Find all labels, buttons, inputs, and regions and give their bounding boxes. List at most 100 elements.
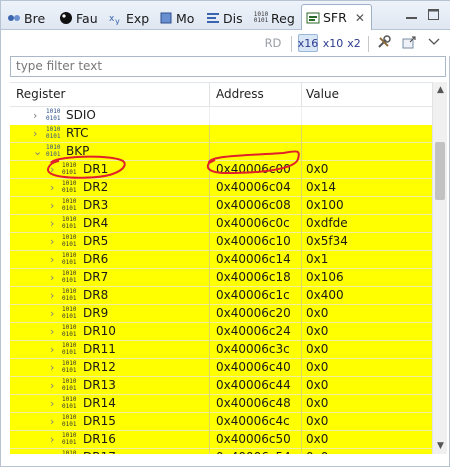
chevron-right-icon[interactable]: › (50, 197, 60, 215)
fault-icon (59, 11, 73, 25)
column-divider (301, 233, 302, 251)
register-value[interactable]: 0x0 (306, 324, 328, 338)
chevron-right-icon[interactable]: › (50, 269, 60, 287)
chevron-right-icon[interactable]: › (50, 359, 60, 377)
minimize-icon[interactable] (405, 8, 418, 21)
register-row[interactable]: › 1010 0101 DR2 0x40006c04 0x14 (10, 179, 432, 197)
register-row[interactable]: › 1010 0101 DR12 0x40006c40 0x0 (10, 359, 432, 377)
register-value[interactable]: 0x0 (306, 162, 328, 176)
chevron-right-icon[interactable]: › (33, 107, 43, 125)
chevron-right-icon[interactable]: › (50, 161, 60, 179)
read-button[interactable]: RD (263, 34, 283, 52)
column-divider (301, 341, 302, 359)
chevron-down-icon[interactable]: ⌄ (33, 143, 43, 161)
tab-fault[interactable]: Fau (59, 7, 98, 29)
register-row[interactable]: › 1010 0101 DR7 0x40006c18 0x106 (10, 269, 432, 287)
scroll-down-icon[interactable]: ▼ (433, 438, 448, 454)
chevron-right-icon[interactable]: › (50, 233, 60, 251)
register-value[interactable]: 0x400 (306, 288, 344, 302)
register-row[interactable]: › 1010 0101 DR3 0x40006c08 0x100 (10, 197, 432, 215)
register-value[interactable]: 0x0 (306, 342, 328, 356)
register-value[interactable]: 0x0 (306, 414, 328, 428)
register-name: DR2 (83, 180, 109, 194)
register-value[interactable]: 0x0 (306, 450, 328, 454)
register-row[interactable]: › 1010 0101 DR11 0x40006c3c 0x0 (10, 341, 432, 359)
register-icon: 10100101 (62, 216, 77, 230)
chevron-right-icon[interactable]: › (50, 413, 60, 431)
tab-breakpoints[interactable]: Bre (7, 7, 45, 29)
peripheral-icon: 1010 0101 (46, 126, 61, 140)
register-row[interactable]: › 1010 0101 DR16 0x40006c50 0x0 (10, 431, 432, 449)
register-row[interactable]: › 1010 0101 DR8 0x40006c1c 0x400 (10, 287, 432, 305)
register-name: DR8 (83, 288, 109, 302)
column-register[interactable]: Register (16, 87, 65, 101)
peripheral-row[interactable]: › 1010 0101 SDIO (10, 107, 432, 125)
register-address: 0x40006c1c (216, 288, 290, 302)
scroll-up-icon[interactable]: ▲ (433, 82, 448, 98)
decimal-format-button[interactable]: x10 (323, 34, 344, 52)
register-value[interactable]: 0x100 (306, 198, 344, 212)
register-value[interactable]: 0x0 (306, 432, 328, 446)
register-row[interactable]: › 1010 0101 DR10 0x40006c24 0x0 (10, 323, 432, 341)
register-value[interactable]: 0x0 (306, 378, 328, 392)
register-value[interactable]: 0x0 (306, 396, 328, 410)
hex-format-button[interactable]: x16 (298, 34, 318, 52)
sfr-view: Bre Fau xy Exp Mo Dis 1010 0101 Reg SFR … (0, 0, 450, 467)
register-name: DR14 (83, 396, 116, 410)
chevron-right-icon[interactable]: › (50, 323, 60, 341)
register-value[interactable]: 0x14 (306, 180, 336, 194)
tab-registers[interactable]: 1010 0101 Reg (254, 7, 295, 29)
chevron-right-icon[interactable]: › (50, 251, 60, 269)
column-address[interactable]: Address (216, 87, 264, 101)
peripheral-row[interactable]: › 1010 0101 RTC (10, 125, 432, 143)
register-row[interactable]: › 1010 0101 DR14 0x40006c48 0x0 (10, 395, 432, 413)
register-row[interactable]: › 1010 0101 DR15 0x40006c4c 0x0 (10, 413, 432, 431)
register-row[interactable]: › 1010 0101 DR1 0x40006c00 0x0 (10, 161, 432, 179)
register-icon: 10100101 (62, 396, 77, 410)
binary-format-button[interactable]: x2 (346, 34, 362, 52)
register-value[interactable]: 0x0 (306, 360, 328, 374)
vertical-scrollbar[interactable]: ▲ ▼ (432, 82, 447, 454)
column-divider (301, 377, 302, 395)
register-row[interactable]: › 1010 0101 DR5 0x40006c10 0x5f34 (10, 233, 432, 251)
configure-button[interactable] (375, 34, 393, 52)
register-row[interactable]: › 1010 0101 DR4 0x40006c0c 0xdfde (10, 215, 432, 233)
register-value[interactable]: 0x106 (306, 270, 344, 284)
chevron-right-icon[interactable]: › (33, 125, 43, 143)
tab-expressions[interactable]: xy Exp (109, 7, 149, 29)
scroll-thumb[interactable] (435, 142, 445, 200)
tab-sfr[interactable]: SFR ✕ (301, 4, 372, 30)
maximize-icon[interactable] (427, 8, 440, 21)
register-name: DR5 (83, 234, 109, 248)
column-divider (209, 83, 210, 107)
chevron-right-icon[interactable]: › (50, 449, 60, 454)
register-row[interactable]: › 1010 0101 DR6 0x40006c14 0x1 (10, 251, 432, 269)
peripheral-row[interactable]: ⌄ 1010 0101 BKP (10, 143, 432, 161)
column-value[interactable]: Value (306, 87, 339, 101)
chevron-right-icon[interactable]: › (50, 341, 60, 359)
register-row[interactable]: ›10100101 DR17 0x40006c54 0x0 (10, 449, 432, 454)
register-row[interactable]: › 1010 0101 DR9 0x40006c20 0x0 (10, 305, 432, 323)
tab-modules[interactable]: Mo (159, 7, 194, 29)
pin-view-button[interactable] (400, 34, 418, 52)
register-value[interactable]: 0x1 (306, 252, 328, 266)
filter-input[interactable]: type filter text (10, 56, 446, 77)
chevron-right-icon[interactable]: › (50, 215, 60, 233)
table-body: › 1010 0101 SDIO › 1010 0101 RTC ⌄ 1010 0101 BKP › 10… (10, 107, 432, 454)
chevron-right-icon[interactable]: › (50, 287, 60, 305)
register-row[interactable]: › 1010 0101 DR13 0x40006c44 0x0 (10, 377, 432, 395)
close-icon[interactable]: ✕ (355, 11, 365, 25)
register-value[interactable]: 0x5f34 (306, 234, 348, 248)
register-value[interactable]: 0x0 (306, 306, 328, 320)
chevron-right-icon[interactable]: › (50, 305, 60, 323)
column-divider (209, 161, 210, 179)
peripheral-name: SDIO (66, 108, 96, 122)
chevron-right-icon[interactable]: › (50, 377, 60, 395)
chevron-right-icon[interactable]: › (50, 179, 60, 197)
tab-disassembly[interactable]: Dis (206, 7, 243, 29)
peripheral-icon: 1010 0101 (46, 108, 61, 122)
register-value[interactable]: 0xdfde (306, 216, 348, 230)
view-menu-button[interactable] (426, 34, 442, 52)
chevron-right-icon[interactable]: › (50, 395, 60, 413)
chevron-right-icon[interactable]: › (50, 431, 60, 449)
